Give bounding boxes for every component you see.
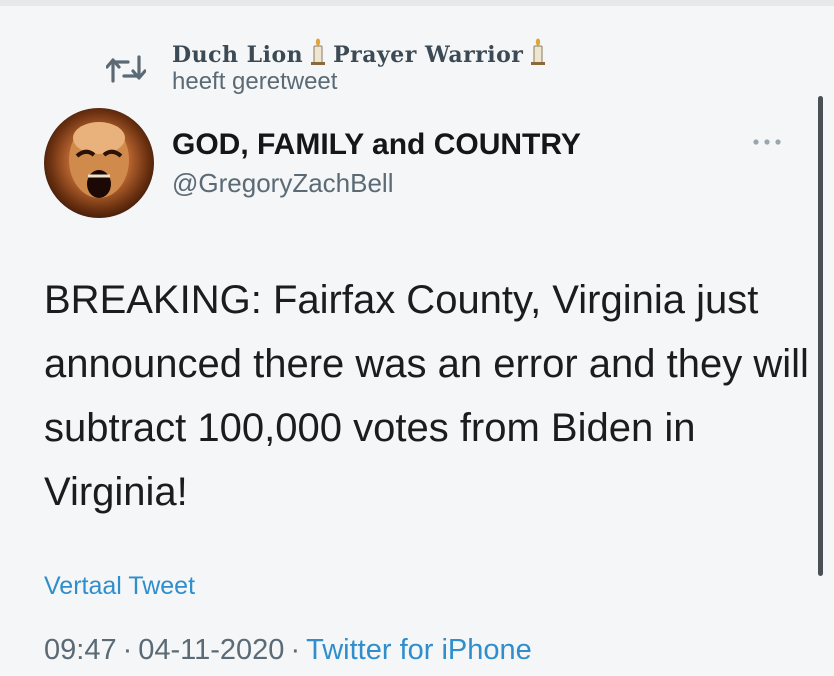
tweet-text: BREAKING: Fairfax County, Virginia just … — [44, 278, 809, 514]
scrollbar[interactable] — [818, 96, 823, 576]
author-display-name[interactable]: GOD, FAMILY and COUNTRY — [172, 128, 581, 162]
tweet-meta: 09:47 · 04-11-2020 · Twitter for iPhone — [44, 634, 532, 667]
tweet-time[interactable]: 09:47 — [44, 634, 117, 666]
translate-tweet-link[interactable]: Vertaal Tweet — [44, 572, 195, 601]
meta-separator: · — [122, 634, 133, 666]
retweet-icon — [105, 54, 147, 84]
retweeter-name-part1: Duch Lion — [172, 42, 304, 68]
author-handle[interactable]: @GregoryZachBell — [172, 168, 393, 199]
meta-separator: · — [290, 634, 301, 666]
tweet-source[interactable]: Twitter for iPhone — [306, 634, 532, 666]
retweet-label: heeft geretweet — [172, 68, 338, 95]
tweet-card: Duch Lion Prayer Warrior heeft geretweet … — [0, 6, 834, 676]
tweet-date[interactable]: 04-11-2020 — [138, 634, 284, 666]
retweeter-name[interactable]: Duch Lion Prayer Warrior — [172, 38, 553, 72]
avatar[interactable] — [44, 108, 154, 218]
candle-icon — [529, 38, 547, 72]
retweeter-name-part2: Prayer Warrior — [333, 42, 524, 68]
more-icon[interactable] — [750, 134, 784, 152]
candle-icon — [309, 38, 327, 72]
